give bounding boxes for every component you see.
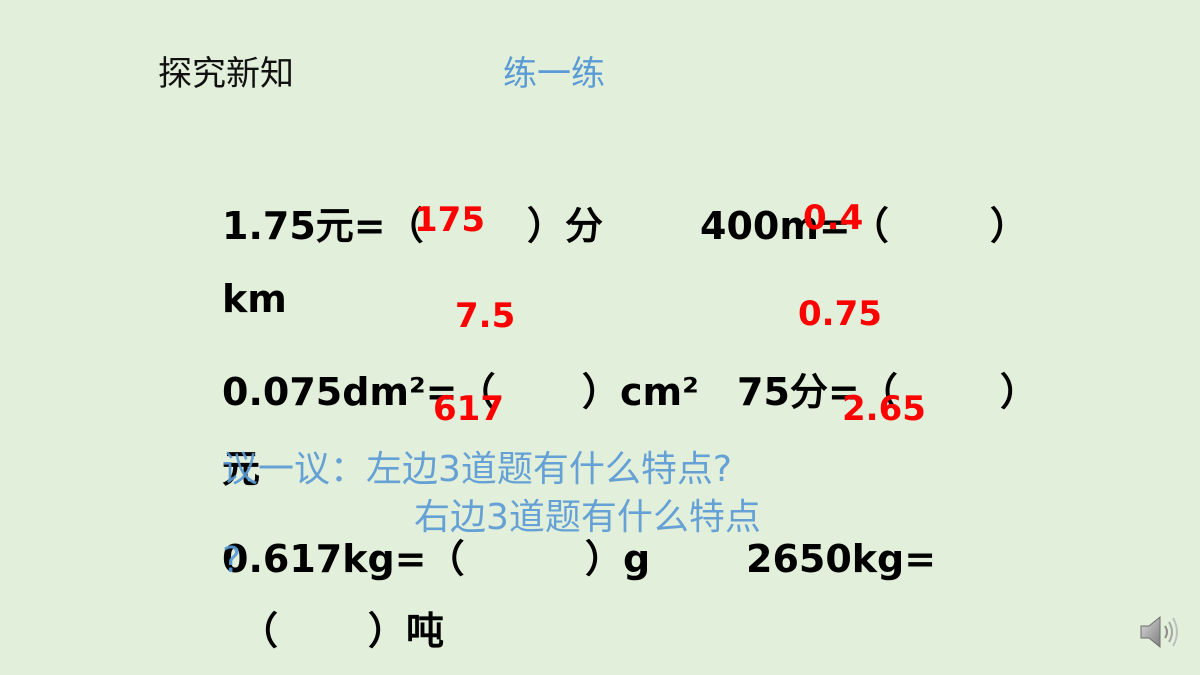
section-title: 探究新知 [158,54,294,94]
q2-close-paren: ） [1000,370,1039,414]
q2-mid-text: ）cm² [582,370,699,414]
q1-unit-text: km [222,277,287,321]
discussion-line-2: 右边3道题有什么特点 [414,497,761,538]
q1-mid-text: ）分 [527,204,604,248]
q3-open-paren: （ [240,609,279,653]
answer-617: 617 [433,389,504,429]
speaker-icon[interactable] [1138,612,1182,652]
discussion-line-1: 议一议：左边3道题有什么特点? [222,449,733,490]
q3-right-text: 2650kg= [746,537,937,581]
practice-subtitle: 练一练 [503,54,605,94]
answer-175: 175 [414,200,485,240]
q1-close-paren: ） [990,204,1029,248]
q3-left-text: 0.617kg=（ [222,537,465,581]
q3-mid-text: ）g [585,537,651,581]
answer-2-65: 2.65 [842,389,926,429]
q3-close-text: ）吨 [368,609,445,653]
q1-left-text: 1.75元=（ [222,204,424,248]
discussion-line-3: ? [222,540,242,581]
answer-0-4: 0.4 [803,198,864,238]
answer-7-5: 7.5 [455,296,516,336]
answer-0-75: 0.75 [798,294,882,334]
